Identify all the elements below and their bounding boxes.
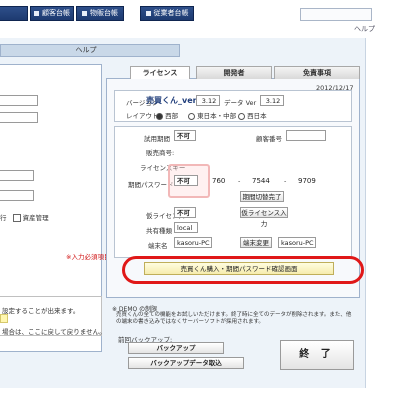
temp-license-value: 不可	[174, 207, 196, 218]
radio-icon[interactable]	[156, 112, 163, 120]
tab-developer-label: 開発者	[223, 69, 245, 77]
square-icon	[34, 10, 39, 16]
tab-staff-ledger[interactable]: 従業者台帳	[140, 6, 194, 21]
region-option-west-label: 西部	[165, 112, 179, 120]
purchase-button[interactable]: 売買くん購入・期間パスワード確認画面	[144, 262, 334, 275]
square-icon	[82, 10, 87, 16]
left-note-yellow	[0, 314, 8, 323]
serial-label: 販売商号:	[146, 149, 175, 157]
checkbox-icon[interactable]	[12, 214, 21, 222]
region-option-west[interactable]: 西部	[156, 110, 178, 120]
tab-staff-ledger-label: 従業者台帳	[153, 9, 189, 17]
left-input-3[interactable]	[0, 170, 34, 181]
period-password-status: 不可	[174, 175, 198, 186]
region-option-east-label: 東日本・中部	[197, 112, 237, 120]
dash-1: -	[238, 177, 241, 185]
license-detail-box	[114, 126, 352, 258]
radio-icon[interactable]	[238, 112, 245, 120]
dash-2: -	[284, 177, 287, 185]
left-input-1[interactable]	[0, 95, 38, 106]
period-password-part-1[interactable]: 760	[212, 177, 225, 185]
region-option-east[interactable]: 東日本・中部	[188, 110, 236, 120]
version-number: 3.12	[196, 95, 220, 106]
shared-type-label: 共有種類	[146, 227, 172, 235]
tab-product-ledger[interactable]: 物販台帳	[76, 6, 124, 21]
period-password-part-3[interactable]: 9709	[298, 177, 316, 185]
customer-number-label: 顧客番号	[256, 135, 282, 143]
tab-developer[interactable]: 開発者	[196, 66, 272, 79]
product-name: 売買くん_ver	[146, 96, 197, 105]
tab-license[interactable]: ライセンス	[130, 66, 190, 79]
region-option-westjp[interactable]: 西日本	[238, 110, 267, 120]
tab-customer-ledger[interactable]: 顧客台帳	[30, 6, 74, 21]
left-help-tab[interactable]: ヘルプ	[66, 45, 106, 56]
backup-restore-button[interactable]: バックアップデータ取込	[128, 357, 244, 369]
terminal-value: kasoru-PC	[174, 237, 212, 248]
exit-button[interactable]: 終 了	[280, 340, 354, 370]
trial-value: 不可	[174, 130, 196, 141]
terminal-value-2: kasoru-PC	[278, 237, 316, 248]
shared-type-value: local	[174, 222, 198, 233]
region-option-westjp-label: 西日本	[247, 112, 267, 120]
demo-text: 売買くんの全ての機能をお試しいただけます。終了時に全てのデータが削除されます。ま…	[116, 312, 352, 325]
required-note: ※入力必須項目	[66, 253, 111, 261]
left-checkbox-1[interactable]: 行 資産管理	[0, 212, 49, 222]
data-version-number: 3.12	[260, 95, 284, 106]
bottom-strip	[0, 388, 400, 400]
period-password-part-2[interactable]: 7544	[252, 177, 270, 185]
left-note-1: 設定することが出来ます。	[2, 307, 80, 315]
terminal-label: 端末名	[148, 242, 168, 250]
period-password-label: 期間パスワード	[128, 181, 174, 189]
left-input-2[interactable]	[0, 112, 38, 123]
trial-label: 試用期間	[144, 135, 170, 143]
help-link-top[interactable]: ヘルプ	[354, 24, 384, 34]
period-change-button[interactable]: 期間切替完了	[240, 191, 284, 202]
checkbox-1-label: 行	[0, 214, 7, 222]
tab-disclaimer[interactable]: 免責事項	[274, 66, 360, 79]
help-search-box[interactable]	[300, 8, 372, 21]
tab-license-label: ライセンス	[142, 69, 178, 77]
left-note-2: 場合は、ここに戻して戻りません。	[2, 328, 106, 336]
left-input-4[interactable]	[0, 190, 34, 201]
data-version-label: データ Ver	[224, 99, 257, 107]
customer-number	[286, 130, 326, 141]
tab-product-ledger-label: 物販台帳	[90, 9, 118, 17]
tab-disclaimer-label: 免責事項	[303, 69, 331, 77]
temp-license-button[interactable]: 仮ライセンス入力	[240, 207, 288, 228]
backup-button[interactable]: バックアップ	[128, 342, 224, 354]
checkbox-2-label: 資産管理	[22, 214, 49, 222]
square-icon	[145, 10, 151, 16]
tab-customer-ledger-label: 顧客台帳	[42, 9, 70, 17]
radio-icon[interactable]	[188, 112, 195, 120]
tab-blank[interactable]	[0, 6, 28, 21]
terminal-change-button[interactable]: 端末変更	[240, 237, 272, 248]
